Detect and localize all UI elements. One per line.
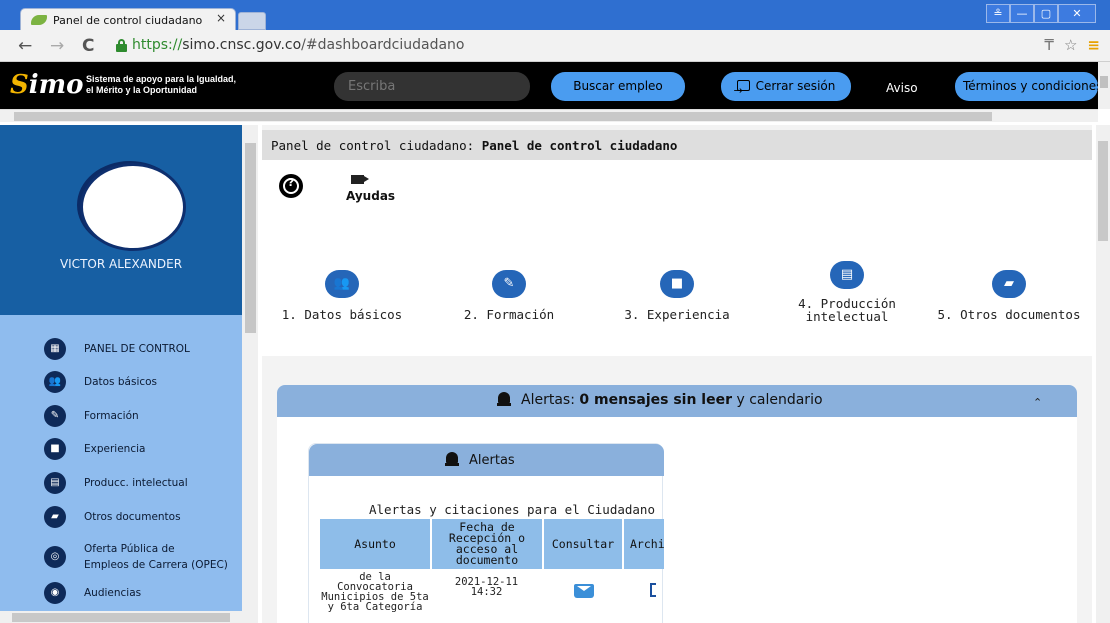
maximize-button[interactable]: ▢ (1034, 4, 1058, 23)
collapse-icon[interactable]: ⌃ (1033, 396, 1042, 409)
bell-icon (445, 452, 459, 466)
steps-section: ? Ayudas 👥 1. Datos básicos ✎ 2. Formaci… (262, 160, 1092, 356)
browser-tab[interactable]: Panel de control ciudadano × (20, 8, 236, 31)
sidebar-item-opec[interactable]: ◎ Oferta Pública de Empleos de Carrera (O… (44, 538, 228, 576)
extension-icon[interactable]: ₸ (1044, 36, 1054, 54)
simo-logo[interactable]: Simo (10, 70, 84, 102)
alerts-panel: Alertas: 0 mensajes sin leer y calendari… (277, 385, 1077, 623)
profile-icon[interactable]: ≗ (986, 4, 1010, 23)
favicon-icon (31, 15, 47, 25)
cerrar-sesion-button[interactable]: Cerrar sesión (721, 72, 851, 105)
window-controls: ≗ — ▢ ✕ (986, 4, 1096, 24)
tab-close-icon[interactable]: × (216, 11, 226, 25)
opec-icon: ◎ (44, 546, 66, 568)
header-scrollbar[interactable] (1098, 62, 1110, 109)
briefcase-icon: ■ (44, 438, 66, 460)
bookmark-star-icon[interactable]: ☆ (1064, 36, 1077, 54)
page-title: Panel de control ciudadano (481, 138, 678, 153)
profile-panel: VICTOR ALEXANDER (0, 125, 242, 315)
search-input[interactable] (334, 72, 530, 101)
new-tab-button[interactable] (238, 12, 266, 30)
close-window-button[interactable]: ✕ (1058, 4, 1096, 23)
url-field[interactable]: https://simo.cnsc.gov.co/#dashboardciuda… (112, 34, 1078, 58)
audience-icon: ◉ (44, 582, 66, 604)
sidebar-item-otros-documentos[interactable]: ▰ Otros documentos (44, 504, 181, 530)
avatar[interactable] (80, 163, 186, 251)
dashboard-icon: ▦ (44, 338, 66, 360)
ayudas-link[interactable]: Ayudas (346, 189, 395, 203)
forward-icon[interactable]: → (50, 36, 64, 56)
browser-menu-icon[interactable]: ≡ (1087, 36, 1100, 54)
step-otros-documentos[interactable]: ▰ 5. Otros documentos (934, 270, 1084, 321)
reload-icon[interactable]: C (82, 36, 94, 56)
aviso-link[interactable]: Aviso (886, 81, 918, 95)
browser-titlebar: Panel de control ciudadano × ≗ — ▢ ✕ (0, 0, 1110, 31)
logo-tagline: Sistema de apoyo para la Igualdad, el Mé… (86, 74, 237, 95)
publication-icon: ▤ (830, 261, 864, 289)
column-asunto[interactable]: Asunto (320, 519, 430, 569)
alerts-card: Alertas Alertas y citaciones para el Ciu… (308, 443, 665, 623)
envelope-icon[interactable] (574, 584, 594, 598)
sidebar-item-datos-basicos[interactable]: 👥 Datos básicos (44, 369, 157, 395)
sidebar-scrollbar[interactable] (242, 125, 258, 615)
video-icon[interactable] (351, 175, 364, 184)
buscar-empleo-button[interactable]: Buscar empleo (551, 72, 685, 101)
column-archivo[interactable]: Archi (624, 519, 665, 569)
sidebar: VICTOR ALEXANDER ▦ PANEL DE CONTROL 👥 Da… (0, 125, 242, 615)
main-content: Panel de control ciudadano: Panel de con… (262, 125, 1092, 623)
bell-icon (497, 392, 511, 406)
step-produccion[interactable]: ▤ 4. Producción intelectual (772, 261, 922, 323)
sidebar-item-formacion[interactable]: ✎ Formación (44, 403, 139, 429)
cell-fecha: 2021-12-11 14:32 (454, 576, 519, 598)
document-icon: ▰ (992, 270, 1026, 298)
address-bar: ← → C https://simo.cnsc.gov.co/#dashboar… (0, 30, 1110, 62)
url-scheme: https:// (132, 37, 183, 53)
site-header: Simo Sistema de apoyo para la Igualdad, … (0, 62, 1098, 109)
sidebar-item-panel-control[interactable]: ▦ PANEL DE CONTROL (44, 336, 190, 362)
minimize-button[interactable]: — (1010, 4, 1034, 23)
sidebar-item-experiencia[interactable]: ■ Experiencia (44, 436, 145, 462)
education-icon: ✎ (44, 405, 66, 427)
url-host: simo.cnsc.gov.co (182, 37, 302, 53)
back-icon[interactable]: ← (18, 36, 32, 56)
sidebar-item-produccion[interactable]: ▤ Producc. intelectual (44, 470, 188, 496)
table-caption: Alertas y citaciones para el Ciudadano (369, 502, 655, 517)
column-consultar[interactable]: Consultar (544, 519, 622, 569)
help-icon[interactable]: ? (279, 174, 303, 198)
tab-title: Panel de control ciudadano (53, 14, 203, 27)
horizontal-scrollbar[interactable] (0, 109, 1098, 122)
briefcase-icon: ■ (660, 270, 694, 298)
main-scrollbar[interactable] (1096, 125, 1110, 623)
cell-asunto: de la Convocatoria Municipios de 5ta y 6… (321, 571, 429, 613)
people-icon: 👥 (325, 270, 359, 298)
publication-icon: ▤ (44, 472, 66, 494)
people-icon: 👥 (44, 371, 66, 393)
breadcrumb: Panel de control ciudadano: Panel de con… (262, 130, 1092, 160)
sidebar-horizontal-scrollbar[interactable] (0, 611, 258, 623)
file-icon[interactable] (650, 583, 656, 597)
step-formacion[interactable]: ✎ 2. Formación (434, 270, 584, 321)
alerts-card-header: Alertas (309, 444, 664, 476)
education-icon: ✎ (492, 270, 526, 298)
url-path: /#dashboardciudadano (301, 37, 465, 53)
sidebar-item-audiencias[interactable]: ◉ Audiencias (44, 580, 141, 606)
document-icon: ▰ (44, 506, 66, 528)
lock-icon (116, 39, 127, 52)
column-fecha[interactable]: Fecha de Recepción o acceso al documento (432, 519, 542, 569)
unread-count: 0 mensajes sin leer (579, 392, 732, 408)
step-datos-basicos[interactable]: 👥 1. Datos básicos (267, 270, 417, 321)
username: VICTOR ALEXANDER (59, 257, 183, 271)
logout-icon (734, 76, 750, 105)
step-experiencia[interactable]: ■ 3. Experiencia (602, 270, 752, 321)
terminos-button[interactable]: Términos y condiciones (955, 72, 1098, 101)
alerts-header[interactable]: Alertas: 0 mensajes sin leer y calendari… (277, 385, 1077, 417)
